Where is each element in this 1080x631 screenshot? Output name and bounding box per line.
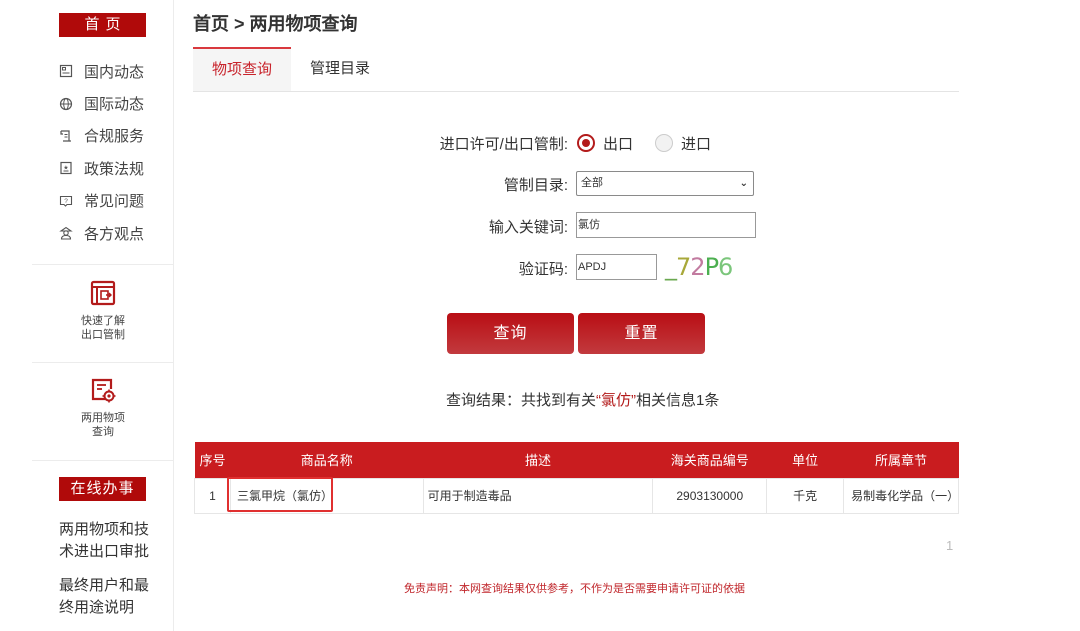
sidebar-item-domestic-news[interactable]: 国内动态	[58, 55, 144, 87]
online-link-approval[interactable]: 两用物项和技术进出口审批	[59, 519, 151, 563]
keyword-label: 输入关键词:	[488, 218, 568, 236]
reset-button[interactable]: 重置	[578, 313, 705, 354]
pagination-page[interactable]: 1	[946, 538, 953, 553]
sidebar-item-label: 国际动态	[84, 96, 145, 114]
radio-import-button[interactable]	[655, 134, 673, 152]
column-header-chapter: 所属章节	[843, 442, 959, 478]
cell-description: 可用于制造毒品	[422, 477, 654, 514]
captcha-row: 验证码:	[0, 257, 1080, 279]
online-link-end-user[interactable]: 最终用户和最终用途说明	[59, 575, 151, 619]
radio-export-button[interactable]	[577, 134, 595, 152]
sidebar-divider	[32, 362, 174, 363]
cell-name[interactable]: 三氯甲烷（氯仿）	[229, 477, 424, 514]
results-table: 序号 商品名称 描述 海关商品编号 单位 所属章节 1 三氯甲烷（氯仿） 可用于…	[194, 442, 959, 514]
tab-item-query[interactable]: 物项查询	[193, 47, 291, 91]
sidebar-item-international-news[interactable]: 国际动态	[58, 87, 144, 119]
item-search-icon	[90, 377, 116, 403]
search-button[interactable]: 查询	[447, 313, 574, 354]
radio-export[interactable]: 出口	[577, 133, 633, 154]
tile-export-control-intro[interactable]: 快速了解出口管制	[32, 280, 174, 342]
sidebar-home-button[interactable]: 首页	[59, 13, 146, 37]
tile-label: 快速了解出口管制	[81, 315, 125, 341]
breadcrumb: 首页 > 两用物项查询	[193, 14, 358, 34]
tab-control-catalog[interactable]: 管理目录	[291, 47, 389, 91]
catalog-row: 管制目录:	[0, 173, 1080, 195]
direction-row: 进口许可/出口管制: 出口 进口	[0, 132, 1080, 154]
column-header-index: 序号	[194, 442, 231, 478]
question-icon: ?	[58, 193, 74, 209]
sidebar-item-label: 国内动态	[84, 63, 145, 81]
cell-chapter: 易制毒化学品（一）	[843, 477, 959, 514]
result-summary: 查询结果：共找到有关“氯仿”相关信息1条	[446, 389, 719, 410]
tab-bar: 物项查询 管理目录	[193, 47, 959, 92]
radio-export-label: 出口	[603, 135, 634, 153]
svg-text:★: ★	[63, 165, 68, 172]
result-summary-keyword: “氯仿”	[596, 392, 637, 409]
cell-index: 1	[194, 477, 231, 514]
cell-unit: 千克	[766, 477, 845, 514]
disclaimer: 免责声明：本网查询结果仅供参考，不作为是否需要申请许可证的依据	[404, 583, 745, 595]
column-header-description: 描述	[423, 442, 653, 478]
direction-label: 进口许可/出口管制:	[439, 135, 568, 153]
table-header-row: 序号 商品名称 描述 海关商品编号 单位 所属章节	[194, 442, 959, 478]
cell-hs-code: 2903130000	[652, 477, 768, 514]
catalog-select[interactable]: 全部 ⌄	[576, 171, 754, 196]
sidebar-online-services-heading: 在线办事	[59, 477, 146, 501]
sidebar: 首页 国内动态 国际动态 合规服务 ★ 政策法规 ? 常见问题 各方观点 快速了…	[0, 0, 174, 631]
result-summary-prefix: 查询结果：共找到有关	[446, 392, 597, 409]
sidebar-divider	[32, 460, 174, 461]
document-icon	[58, 63, 74, 79]
captcha-label: 验证码:	[518, 260, 568, 278]
captcha-image[interactable]: _72P672P6	[665, 253, 733, 283]
radio-import-label: 进口	[681, 135, 712, 153]
tile-label: 两用物项查询	[81, 412, 125, 438]
column-header-name: 商品名称	[230, 442, 424, 478]
column-header-hs-code: 海关商品编号	[652, 442, 767, 478]
chevron-down-icon: ⌄	[739, 178, 748, 189]
export-doc-icon	[90, 280, 116, 306]
keyword-row: 输入关键词:	[0, 215, 1080, 237]
svg-text:?: ?	[64, 198, 68, 205]
column-header-unit: 单位	[766, 442, 844, 478]
radio-import[interactable]: 进口	[655, 133, 711, 154]
globe-icon	[58, 96, 74, 112]
table-row[interactable]: 1 三氯甲烷（氯仿） 可用于制造毒品 2903130000 千克 易制毒化学品（…	[194, 477, 959, 514]
catalog-label: 管制目录:	[503, 176, 568, 194]
keyword-input[interactable]: 氯仿	[576, 212, 756, 238]
tile-dual-use-query[interactable]: 两用物项查询	[32, 377, 174, 439]
result-summary-suffix: 相关信息1条	[636, 392, 720, 409]
captcha-input[interactable]: APDJ	[576, 254, 657, 280]
catalog-select-value: 全部	[581, 177, 603, 189]
